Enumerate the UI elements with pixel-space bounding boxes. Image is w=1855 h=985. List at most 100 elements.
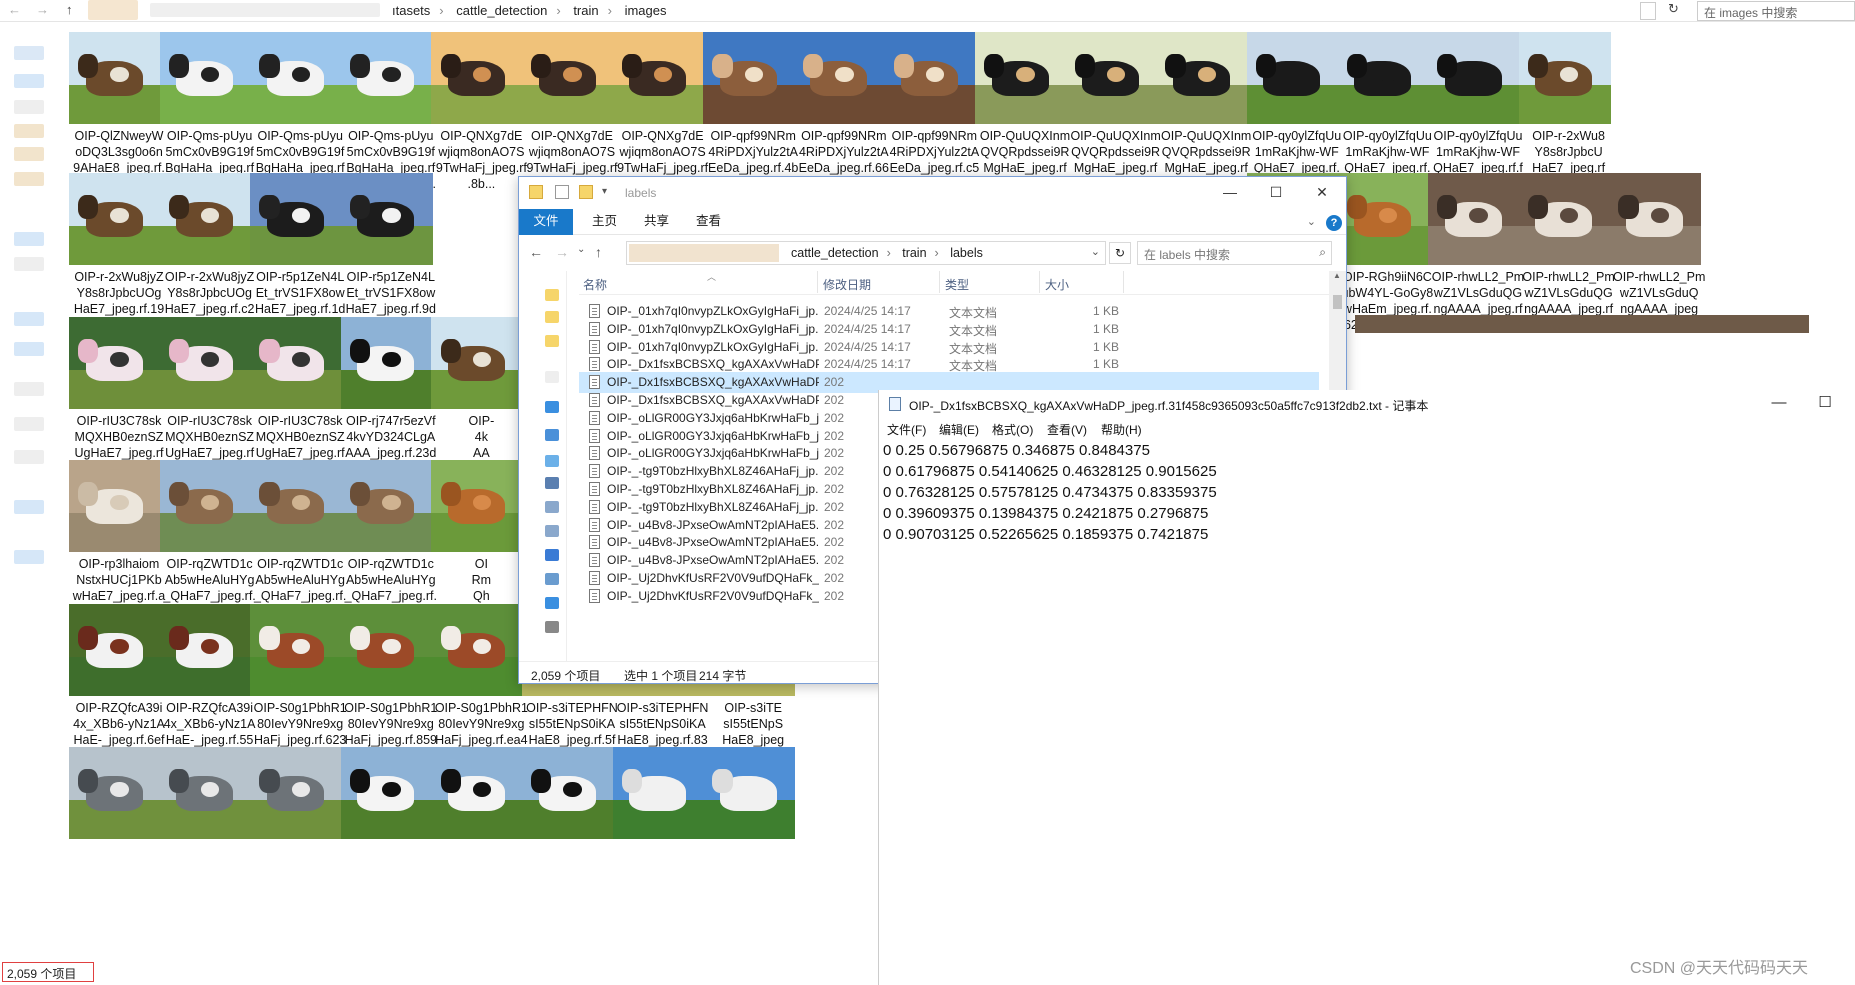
images-nav-pane — [0, 22, 62, 977]
folder-icon[interactable] — [545, 371, 559, 383]
menu-format[interactable]: 格式(O) — [992, 421, 1033, 438]
labels-title-bar[interactable]: ▾ labels — ☐ ✕ — [519, 177, 1346, 209]
cattle-thumbnail-image — [793, 32, 886, 124]
forward-arrow-icon[interactable]: → — [555, 244, 569, 260]
nav-item[interactable] — [14, 382, 44, 396]
file-name: OIP-_u4Bv8-JPxseOwAmNT2pIAHaE5... — [607, 535, 819, 550]
images-search-input[interactable]: 在 images 中搜索 — [1697, 1, 1855, 21]
help-icon[interactable]: ? — [1326, 215, 1342, 231]
nav-item[interactable] — [14, 500, 44, 514]
breadcrumb-item[interactable]: train — [902, 246, 926, 260]
image-file-tile[interactable] — [157, 745, 261, 915]
images-breadcrumb[interactable]: ıtasets › cattle_detection › train › images — [392, 3, 667, 18]
breadcrumb-item[interactable]: train — [573, 3, 598, 18]
nav-item[interactable] — [14, 172, 44, 186]
breadcrumb-item[interactable]: images — [625, 3, 667, 18]
tab-view[interactable]: 查看 — [683, 209, 734, 235]
image-file-tile[interactable] — [700, 745, 804, 915]
labels-address-bar[interactable]: cattle_detection › train › labels ⌄ — [626, 241, 1106, 265]
folder-icon[interactable] — [545, 289, 559, 301]
column-date[interactable]: 修改日期 — [823, 276, 871, 293]
tab-home[interactable]: 主页 — [579, 209, 630, 235]
nav-item[interactable] — [14, 312, 44, 326]
nav-item[interactable] — [14, 147, 44, 161]
music-icon[interactable] — [545, 573, 559, 585]
breadcrumb-item[interactable]: ıtasets — [392, 3, 430, 18]
watermark: CSDN @天天代码码天天 — [1630, 960, 1809, 977]
close-button[interactable]: ✕ — [1299, 181, 1345, 205]
nav-item[interactable] — [14, 124, 44, 138]
scrollbar-thumb[interactable] — [1333, 295, 1342, 309]
scroll-up-icon[interactable]: ▲ — [1333, 271, 1341, 280]
cattle-thumbnail-image — [703, 747, 796, 839]
image-file-tile[interactable] — [66, 745, 170, 915]
ribbon-expand-icon[interactable]: ⌄ — [1307, 215, 1316, 228]
minimize-button[interactable]: — — [1759, 393, 1799, 415]
3d-objects-icon[interactable] — [545, 455, 559, 467]
forward-arrow-icon[interactable]: → — [36, 2, 49, 17]
tab-file[interactable]: 文件 — [519, 209, 573, 235]
properties-icon[interactable] — [555, 185, 569, 199]
nav-item[interactable] — [14, 342, 44, 356]
desktop-icon[interactable] — [545, 597, 559, 609]
refresh-icon[interactable]: ↻ — [1109, 242, 1131, 264]
back-arrow-icon[interactable]: ← — [8, 2, 21, 17]
cloud-icon[interactable] — [545, 401, 559, 413]
up-arrow-icon[interactable]: ↑ — [595, 244, 602, 260]
refresh-icon[interactable]: ↻ — [1668, 1, 1679, 17]
maximize-button[interactable]: ☐ — [1253, 181, 1299, 205]
cattle-thumbnail-image — [250, 460, 343, 552]
cattle-thumbnail-image — [159, 32, 252, 124]
menu-view[interactable]: 查看(V) — [1047, 421, 1087, 438]
image-file-tile[interactable] — [519, 745, 623, 915]
cattle-thumbnail-image — [1536, 315, 1629, 333]
notepad-title-bar[interactable]: OIP-_Dx1fsxBCBSXQ_kgAXAxVwHaDP_jpeg.rf.3… — [879, 390, 1855, 418]
pictures-icon[interactable] — [545, 501, 559, 513]
menu-help[interactable]: 帮助(H) — [1101, 421, 1142, 438]
breadcrumb-item[interactable]: labels — [950, 246, 983, 260]
nav-item[interactable] — [14, 232, 44, 246]
downloads-icon[interactable] — [545, 549, 559, 561]
labels-breadcrumb[interactable]: cattle_detection › train › labels — [791, 246, 983, 260]
address-dropdown-button[interactable] — [1640, 2, 1656, 20]
menu-file[interactable]: 文件(F) — [887, 421, 926, 438]
nav-item[interactable] — [14, 257, 44, 271]
image-file-tile[interactable] — [610, 745, 714, 915]
this-pc-icon[interactable] — [545, 429, 559, 441]
nav-item[interactable] — [14, 74, 44, 88]
tab-share[interactable]: 共享 — [631, 209, 682, 235]
nav-item[interactable] — [14, 450, 44, 464]
nav-item[interactable] — [14, 100, 44, 114]
labels-nav-pane — [519, 271, 567, 661]
image-file-tile[interactable] — [428, 745, 532, 915]
chevron-down-icon[interactable]: ▾ — [602, 185, 616, 199]
breadcrumb-item[interactable]: cattle_detection — [456, 3, 547, 18]
breadcrumb-item[interactable]: cattle_detection — [791, 246, 879, 260]
menu-edit[interactable]: 编辑(E) — [939, 421, 979, 438]
column-name[interactable]: 名称 — [583, 276, 607, 293]
folder-icon[interactable] — [545, 335, 559, 347]
file-date: 202 — [824, 428, 845, 443]
nav-item[interactable] — [14, 417, 44, 431]
documents-icon[interactable] — [545, 525, 559, 537]
folder-icon[interactable] — [545, 311, 559, 323]
column-size[interactable]: 大小 — [1045, 276, 1069, 293]
file-date: 202 — [824, 571, 845, 585]
new-folder-icon[interactable] — [579, 185, 593, 199]
up-arrow-icon[interactable]: ↑ — [66, 2, 73, 17]
back-arrow-icon[interactable]: ← — [529, 244, 543, 260]
column-type[interactable]: 类型 — [945, 276, 969, 293]
chevron-down-icon[interactable]: ⌄ — [1091, 245, 1100, 258]
image-file-tile[interactable] — [247, 745, 351, 915]
minimize-button[interactable]: — — [1207, 181, 1253, 205]
notepad-text-area[interactable]: 0 0.25 0.56796875 0.346875 0.8484375 0 0… — [883, 440, 1843, 970]
drive-icon[interactable] — [545, 621, 559, 633]
nav-item[interactable] — [14, 46, 44, 60]
nav-item[interactable] — [14, 550, 44, 564]
maximize-button[interactable]: ☐ — [1805, 393, 1845, 415]
file-date: 202 — [824, 446, 845, 461]
image-file-tile[interactable] — [338, 745, 442, 915]
labels-search-input[interactable]: 在 labels 中搜索 ⌕ — [1137, 241, 1332, 265]
videos-icon[interactable] — [545, 477, 559, 489]
recent-dropdown-icon[interactable]: ⌄ — [577, 244, 585, 255]
